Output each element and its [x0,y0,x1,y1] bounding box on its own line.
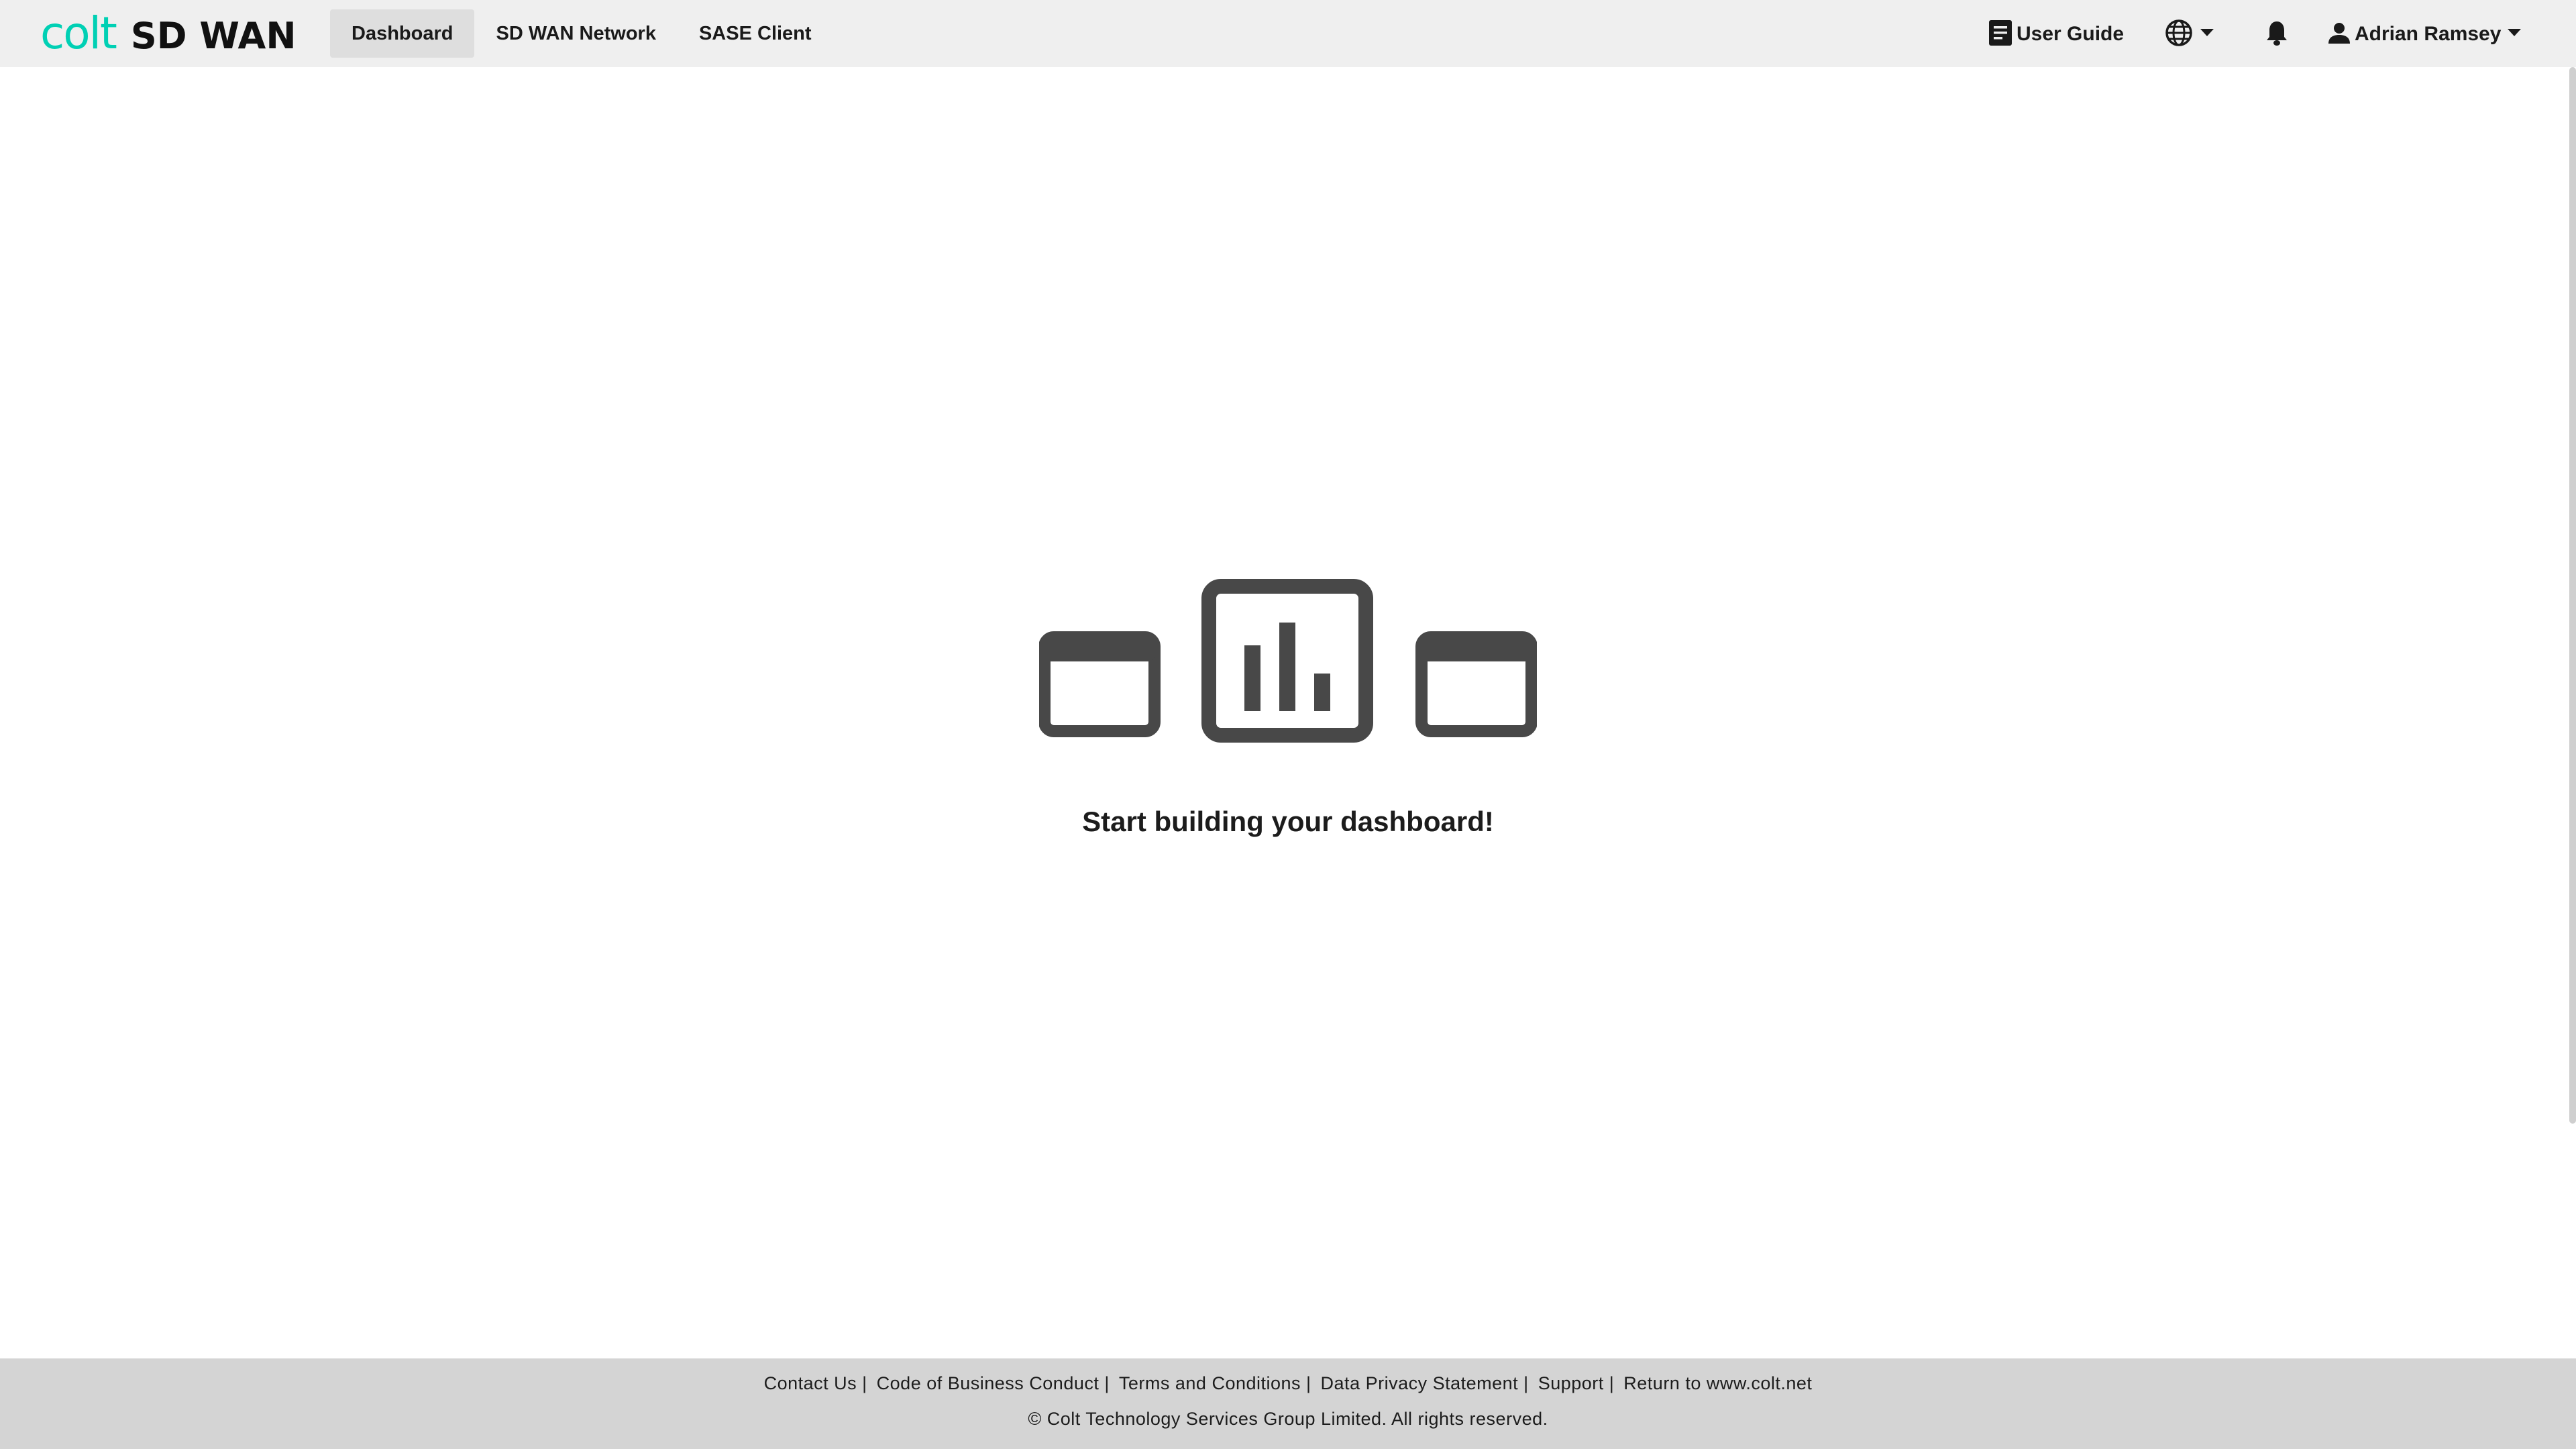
copyright-text: © Colt Technology Services Group Limited… [1028,1409,1548,1429]
footer-link-support[interactable]: Support [1538,1373,1604,1394]
logo-product-text: SD WAN [130,15,297,57]
footer-separator: | [1523,1373,1529,1393]
chevron-down-icon [2200,28,2214,40]
footer-link-data-privacy-statement[interactable]: Data Privacy Statement [1321,1373,1519,1394]
footer-link-code-of-business-conduct[interactable]: Code of Business Conduct [877,1373,1099,1394]
logo-brand-text: colt [40,7,117,59]
language-selector[interactable] [2164,19,2214,50]
footer-links: Contact Us | Code of Business Conduct | Te… [764,1373,1813,1394]
globe-icon [2164,18,2194,51]
footer-separator: | [1104,1373,1110,1393]
footer-separator: | [1609,1373,1615,1393]
footer-link-contact-us[interactable]: Contact Us [764,1373,857,1394]
footer-link-return-to-colt[interactable]: Return to www.colt.net [1623,1373,1812,1394]
app-logo[interactable]: colt SD WAN [40,9,297,58]
footer-separator: | [1306,1373,1311,1393]
user-guide-label: User Guide [2017,23,2125,45]
main-nav-tabs: Dashboard SD WAN Network SASE Client [330,9,833,58]
user-menu[interactable]: Adrian Ramsey [2328,19,2522,50]
dashboard-widgets-icon [1038,577,1538,752]
bell-icon [2265,19,2288,50]
empty-state-title: Start building your dashboard! [1082,806,1494,837]
notifications-button[interactable] [2263,20,2290,48]
user-name: Adrian Ramsey [2355,23,2502,45]
tab-sase-client[interactable]: SASE Client [678,9,833,58]
document-icon [1988,19,2012,50]
footer-link-terms-and-conditions[interactable]: Terms and Conditions [1119,1373,1301,1394]
footer-separator: | [862,1373,867,1393]
chevron-down-icon [2508,28,2522,40]
user-guide-link[interactable]: User Guide [1988,19,2125,50]
page-footer: Contact Us | Code of Business Conduct | Te… [0,1358,2576,1449]
person-icon [2328,21,2351,48]
tab-dashboard[interactable]: Dashboard [330,9,475,58]
top-navigation-bar: colt SD WAN Dashboard SD WAN Network SAS… [0,0,2576,67]
empty-dashboard-state: Start building your dashboard! [0,577,2576,838]
tab-sd-wan-network[interactable]: SD WAN Network [474,9,677,58]
